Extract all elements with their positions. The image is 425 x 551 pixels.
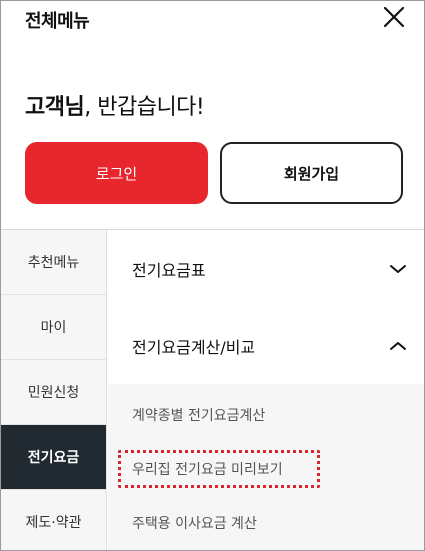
close-button[interactable] <box>382 5 406 29</box>
signup-button[interactable]: 회원가입 <box>220 142 403 204</box>
sidebar-item-my[interactable]: 마이 <box>1 295 106 360</box>
category-rate-calc[interactable]: 전기요금계산/비교 <box>108 308 424 384</box>
category-label: 전기요금표 <box>132 261 206 280</box>
chevron-up-icon <box>388 340 408 352</box>
sidebar-item-policy-terms[interactable]: 제도·약관 <box>1 490 106 550</box>
submenu-item-label: 계약종별 전기요금계산 <box>132 408 266 424</box>
submenu-item-contract-calc[interactable]: 계약종별 전기요금계산 <box>108 388 424 442</box>
menu-title: 전체메뉴 <box>25 11 90 32</box>
submenu-list: 계약종별 전기요금계산 우리집 전기요금 미리보기 주택용 이사요금 계산 <box>108 384 424 550</box>
menu-content: 전기요금표 전기요금계산/비교 계약종별 전기요금계산 우리집 전기요금 미리보… <box>108 230 424 550</box>
sidebar-item-recommended[interactable]: 추천메뉴 <box>1 230 106 295</box>
sidebar: 추천메뉴 마이 민원신청 전기요금 제도·약관 <box>1 230 107 550</box>
category-label: 전기요금계산/비교 <box>132 338 256 357</box>
submenu-item-moving-calc[interactable]: 주택용 이사요금 계산 <box>108 496 424 550</box>
close-icon <box>383 6 405 28</box>
chevron-down-icon <box>388 263 408 275</box>
submenu-item-label: 우리집 전기요금 미리보기 <box>132 462 283 478</box>
submenu-item-home-preview[interactable]: 우리집 전기요금 미리보기 <box>108 442 424 496</box>
greeting: 고객님, 반갑습니다! <box>25 89 205 121</box>
login-button[interactable]: 로그인 <box>25 142 208 204</box>
submenu-item-label: 주택용 이사요금 계산 <box>132 516 257 532</box>
greeting-text: , 반갑습니다! <box>84 95 205 120</box>
sidebar-item-electricity-rate[interactable]: 전기요금 <box>1 425 106 490</box>
greeting-name: 고객님 <box>25 95 85 120</box>
category-rate-table[interactable]: 전기요금표 <box>108 230 424 308</box>
sidebar-item-civil-request[interactable]: 민원신청 <box>1 360 106 425</box>
full-menu-panel: 전체메뉴 고객님, 반갑습니다! 로그인 회원가입 추천메뉴 마이 민원신청 전… <box>0 0 425 551</box>
